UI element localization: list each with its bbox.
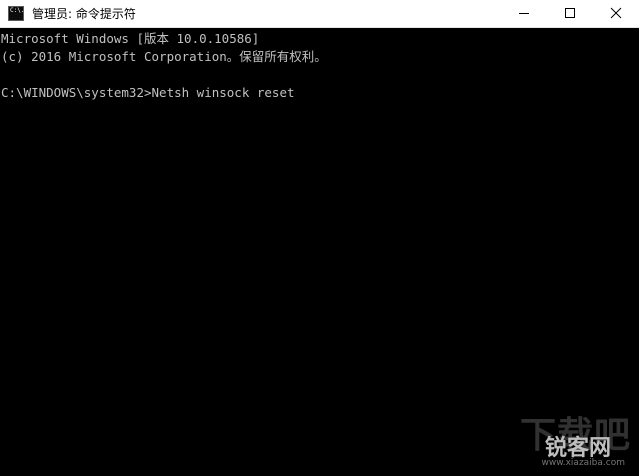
cmd-icon[interactable]: C:\. [8, 6, 24, 21]
console-line-version: Microsoft Windows [版本 10.0.10586] [1, 31, 260, 46]
close-button[interactable] [593, 0, 639, 27]
console-line-command: C:\WINDOWS\system32>Netsh winsock reset [1, 85, 295, 100]
console-line-copyright: (c) 2016 Microsoft Corporation。保留所有权利。 [1, 49, 327, 64]
console-output[interactable]: Microsoft Windows [版本 10.0.10586] (c) 20… [0, 28, 639, 476]
command-prompt-window: C:\. 管理员: 命令提示符 Microsoft Windows [版本 10… [0, 0, 639, 476]
minimize-button[interactable] [501, 0, 547, 27]
window-title: 管理员: 命令提示符 [32, 7, 136, 21]
watermark-logo: 下载吧 锐客网 www.xiazaiba.com [513, 406, 633, 472]
maximize-button[interactable] [547, 0, 593, 27]
title-bar[interactable]: C:\. 管理员: 命令提示符 [0, 0, 639, 28]
maximize-icon [565, 8, 575, 18]
cmd-icon-label: C:\. [10, 7, 24, 14]
watermark-url: www.xiazaiba.com [541, 458, 625, 468]
close-icon [610, 7, 622, 19]
minimize-icon [519, 13, 529, 14]
